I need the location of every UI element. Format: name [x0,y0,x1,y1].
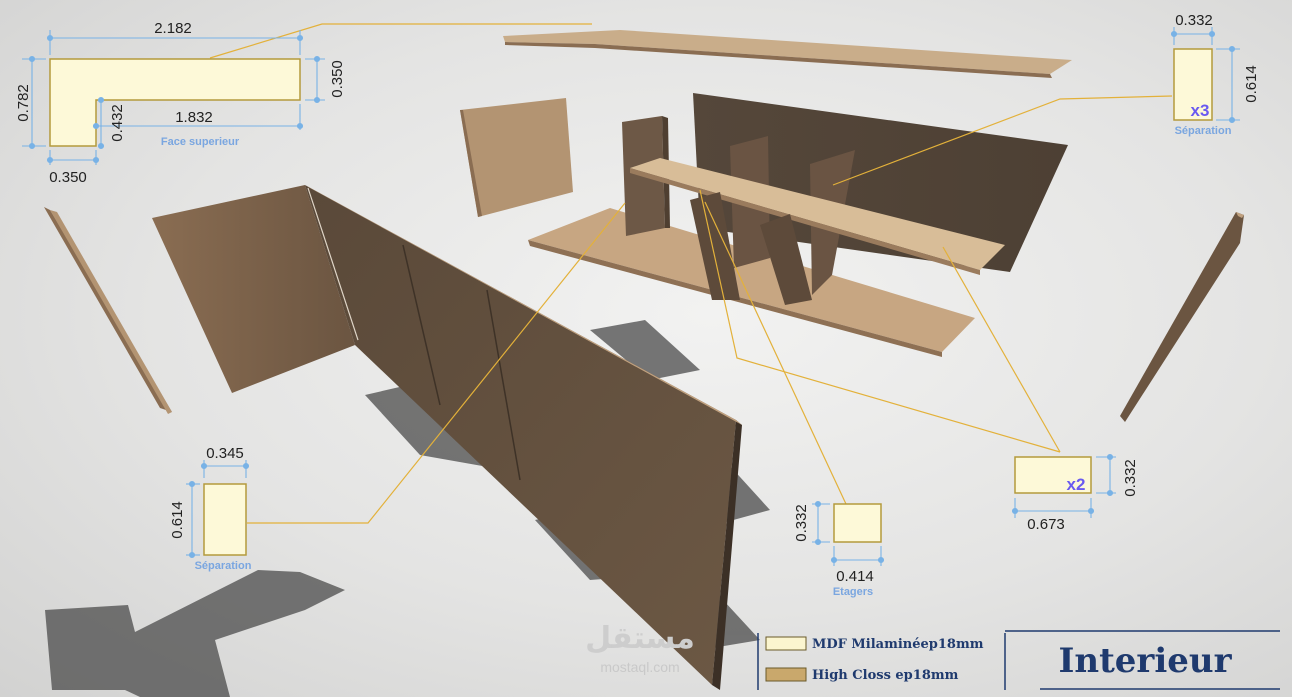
dim-top-inner-length: 1.832 [175,109,213,126]
dim-top-leg-height: 0.432 [109,104,126,142]
sep-left-caption: Séparation [195,560,252,572]
legend-label-mdf: MDF Milaminéep18mm [812,637,984,652]
small-back-panel [460,98,573,217]
dim-shelf-x2-width: 0.673 [1027,516,1065,533]
sep-right-multiplier: x3 [1191,101,1210,120]
left-side-panel [44,207,172,414]
separation-right-callout: 0.332 0.614 x3 Séparation [1170,12,1260,137]
legend-swatch-mdf [765,636,807,651]
top-face-caption: Face superieur [161,136,240,148]
shelf-x2-callout: 0.332 0.673 x2 [1011,453,1139,533]
dim-sep-left-width: 0.345 [206,445,244,462]
exploded-furniture-diagram: 2.182 0.782 0.350 0.432 1.832 0.350 Face… [15,12,1280,697]
right-side-panel [1120,212,1244,422]
top-plank [503,30,1072,78]
dim-sep-right-height: 0.614 [1243,65,1260,103]
etagers-callout: 0.332 0.414 Etagers [793,500,885,598]
dim-etagers-width: 0.414 [836,568,874,585]
etagers-caption: Etagers [833,586,873,598]
legend: MDF Milaminéep18mm High Closs ep18mm Int… [757,630,1280,690]
dim-shelf-x2-height: 0.332 [1122,459,1139,497]
dim-top-arm-depth: 0.350 [329,60,346,98]
sep-right-caption: Séparation [1175,125,1232,137]
dim-top-length: 2.182 [154,20,192,37]
brand-title: Interieur [1058,641,1232,681]
dim-sep-left-height: 0.614 [169,501,186,539]
dim-top-leg-width: 0.350 [49,169,87,186]
legend-label-high-closs: High Closs ep18mm [812,668,959,683]
legend-swatch-high-closs [765,667,807,682]
dim-top-depth: 0.782 [15,84,32,122]
watermark-latin: mostaql.com [600,659,679,675]
dim-etagers-height: 0.332 [793,504,810,542]
separation-left-callout: 0.345 0.614 Séparation [169,445,252,572]
watermark: مستقل mostaql.com [585,621,695,675]
dim-sep-right-width: 0.332 [1175,12,1213,29]
shelf-x2-multiplier: x2 [1067,475,1086,494]
top-face-callout: 2.182 0.782 0.350 0.432 1.832 0.350 Face… [15,20,346,186]
watermark-arabic: مستقل [585,621,695,656]
